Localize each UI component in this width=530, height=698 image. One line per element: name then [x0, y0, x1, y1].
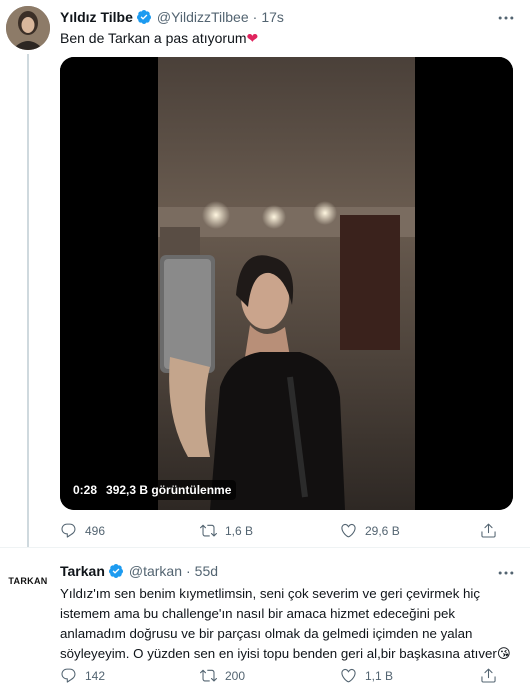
tweet-video[interactable]: 0:28 392,3 B görüntülenme	[60, 57, 513, 510]
like-count: 29,6 B	[365, 523, 400, 538]
tweet-time[interactable]: 17s	[261, 9, 284, 25]
tweet-header-tarkan: Tarkan @tarkan · 55d	[60, 563, 218, 579]
author-name[interactable]: Yıldız Tilbe	[60, 9, 133, 25]
kiss-emoji: 😘	[496, 646, 511, 661]
tweet-text-body-tarkan: Yıldız'ım sen benim kıymetlimsin, seni ç…	[60, 586, 497, 661]
more-options-icon[interactable]	[496, 563, 516, 583]
reply-icon	[61, 523, 76, 538]
avatar-yildiz-tilbe[interactable]	[6, 6, 50, 50]
tweet-divider	[0, 547, 530, 548]
heart-icon	[341, 523, 356, 538]
separator-dot: ·	[252, 9, 258, 25]
author-name-tarkan[interactable]: Tarkan	[60, 563, 105, 579]
tarkan-logo: TARKAN	[8, 576, 47, 586]
reply-count: 496	[85, 523, 106, 538]
tweet-text: Ben de Tarkan a pas atıyorum❤	[60, 28, 258, 48]
author-handle-tarkan[interactable]: @tarkan	[129, 563, 182, 579]
red-heart-emoji: ❤	[246, 30, 259, 46]
retweet-button[interactable]: 200	[200, 667, 310, 684]
share-button[interactable]	[480, 522, 500, 539]
reply-button[interactable]: 496	[60, 522, 170, 539]
reply-icon	[61, 668, 76, 683]
video-info-badge: 0:28 392,3 B görüntülenme	[68, 480, 237, 500]
retweet-icon	[200, 669, 217, 682]
video-views: 392,3 B görüntülenme	[106, 483, 232, 497]
share-icon	[481, 523, 496, 538]
retweet-count: 200	[225, 668, 246, 683]
share-icon	[481, 668, 496, 683]
reply-count: 142	[85, 668, 106, 683]
author-handle[interactable]: @YildizzTilbee	[157, 9, 249, 25]
tweet-text-body: Ben de Tarkan a pas atıyorum	[60, 30, 247, 46]
verified-badge-icon	[108, 564, 123, 578]
retweet-count: 1,6 B	[225, 523, 254, 538]
more-options-icon[interactable]	[496, 8, 516, 28]
retweet-icon	[200, 524, 217, 537]
thread-line	[27, 54, 29, 547]
tweet-text-tarkan: Yıldız'ım sen benim kıymetlimsin, seni ç…	[60, 584, 522, 664]
video-duration: 0:28	[73, 483, 98, 497]
reply-button[interactable]: 142	[60, 667, 170, 684]
tweet-yildiz-tilbe[interactable]: Yıldız Tilbe @YildizzTilbee · 17s Ben de…	[0, 0, 530, 548]
retweet-button[interactable]: 1,6 B	[200, 522, 310, 539]
like-button[interactable]: 29,6 B	[340, 522, 450, 539]
share-button[interactable]	[480, 667, 500, 684]
tweet-actions: 496 1,6 B 29,6 B	[60, 522, 500, 539]
verified-badge-icon	[136, 10, 151, 24]
avatar-tarkan[interactable]: TARKAN	[6, 557, 50, 601]
tweet-header: Yıldız Tilbe @YildizzTilbee · 17s	[60, 9, 284, 25]
tweet-time-tarkan[interactable]: 55d	[195, 563, 218, 579]
video-frame	[60, 57, 513, 510]
tweet-actions-tarkan: 142 200 1,1 B	[60, 667, 500, 684]
separator-dot: ·	[186, 563, 191, 579]
tarkan-logo-text: TARKAN	[8, 576, 47, 586]
heart-icon	[341, 668, 356, 683]
like-button[interactable]: 1,1 B	[340, 667, 450, 684]
like-count: 1,1 B	[365, 668, 394, 683]
